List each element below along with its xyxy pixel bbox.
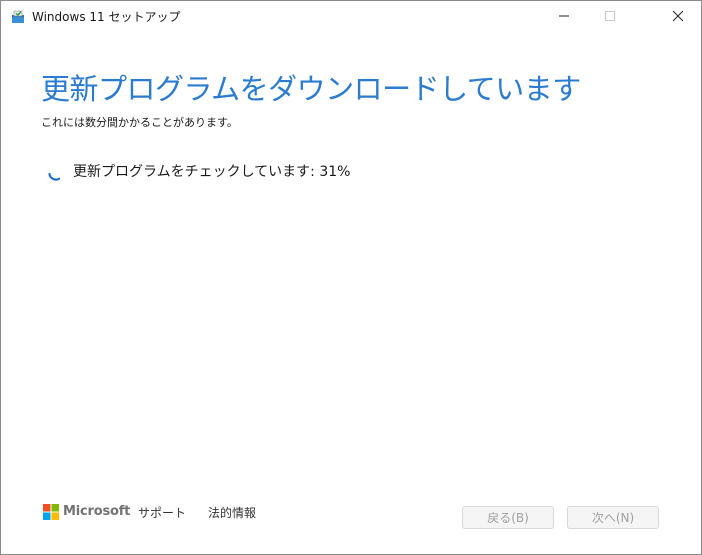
minimize-button[interactable]	[541, 1, 587, 32]
maximize-button[interactable]	[587, 1, 633, 32]
title-bar[interactable]: Windows 11 セットアップ	[1, 1, 701, 33]
status-text: 更新プログラムをチェックしています: 31%	[73, 164, 351, 180]
back-button[interactable]: 戻る(B)	[462, 506, 554, 529]
minimize-icon	[558, 7, 570, 26]
support-link[interactable]: サポート	[138, 505, 186, 521]
legal-info-link[interactable]: 法的情報	[208, 505, 256, 521]
close-button[interactable]	[655, 1, 701, 32]
setup-app-icon	[11, 9, 25, 23]
microsoft-logo	[43, 504, 59, 520]
page-title: 更新プログラムをダウンロードしています	[41, 72, 581, 106]
microsoft-brand-text: Microsoft	[63, 504, 131, 519]
page-subtitle: これには数分間かかることがあります。	[41, 116, 238, 129]
setup-window: Windows 11 セットアップ 更新プログラムをダウンロードしています これ…	[0, 0, 702, 555]
window-title: Windows 11 セットアップ	[32, 10, 181, 24]
next-button[interactable]: 次へ(N)	[567, 506, 659, 529]
maximize-icon	[604, 7, 616, 26]
loading-spinner-icon	[47, 164, 65, 182]
close-icon	[672, 7, 684, 26]
